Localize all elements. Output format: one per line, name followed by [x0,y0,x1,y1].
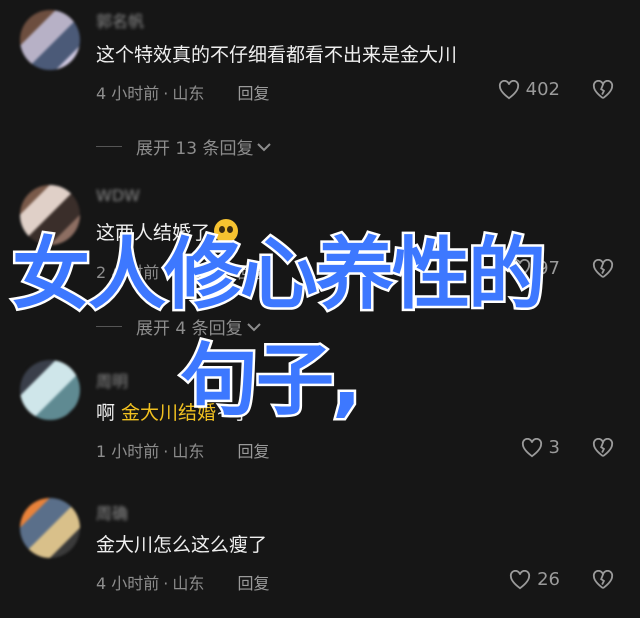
expand-replies-button[interactable]: 展开 13 条回复 [96,134,272,159]
divider [96,326,122,327]
comment-text: 金大川怎么这么瘦了 [96,534,268,556]
expand-replies-button[interactable]: 展开 4 条回复 [96,314,262,339]
comment-time: 4 小时前 [96,574,160,593]
comment-meta: 2 小时前 · 山东 回复 [96,263,270,282]
like-count: 402 [525,79,560,100]
heart-icon [521,437,542,457]
avatar[interactable] [20,498,80,558]
comment-time: 1 小时前 [96,442,160,461]
chevron-down-icon [257,142,272,151]
heart-icon [498,79,519,99]
like-button[interactable]: 97 [509,258,560,279]
broken-heart-icon [592,258,614,278]
comment-text: 这两人结婚了 [96,218,239,245]
like-count: 3 [548,437,560,458]
comment-time: 4 小时前 [96,84,160,103]
dislike-button[interactable] [592,437,614,462]
comment-username[interactable]: 周明 [96,368,128,392]
comment-text: 啊 金大川结婚~了 [96,398,251,425]
like-button[interactable]: 3 [521,437,560,458]
avatar[interactable] [20,185,80,245]
caption-line-1: 女人修心养性的 [9,228,548,323]
comment-meta: 4 小时前 · 山东 回复 [96,574,270,593]
comment-username[interactable]: 周确 [96,500,128,524]
reply-button[interactable]: 回复 [237,263,269,282]
comment-location: 山东 [172,574,205,593]
mention-link[interactable]: 金大川结婚 [121,402,216,424]
comment-text: 这个特效真的不仔细看都看不出来是金大川 [96,44,458,66]
heart-icon [510,569,531,589]
dislike-button[interactable] [592,79,614,104]
divider [96,146,122,147]
comment-text-suffix: ~了 [216,402,251,424]
comment-username[interactable]: WDW [96,186,140,205]
comment-location: 山东 [172,442,205,461]
comment-text-body: 这两人结婚了 [96,222,211,244]
comment-location: 山东 [172,84,205,103]
broken-heart-icon [592,569,614,589]
like-button[interactable]: 26 [509,569,560,590]
reply-button[interactable]: 回复 [237,442,269,461]
dislike-button[interactable] [592,258,614,283]
comment-time: 2 小时前 [96,263,160,282]
comment-meta: 4 小时前 · 山东 回复 [96,84,270,103]
comment-text-prefix: 啊 [96,402,122,424]
reply-button[interactable]: 回复 [237,84,269,103]
heart-icon [510,258,531,278]
broken-heart-icon [592,437,614,457]
like-button[interactable]: 402 [498,79,560,100]
comment-meta: 1 小时前 · 山东 回复 [96,442,270,461]
comment-location: 山东 [172,263,205,282]
broken-heart-icon [592,79,614,99]
like-count: 97 [537,258,560,279]
avatar[interactable] [20,10,80,70]
emoji-icon [214,219,239,243]
comment-username[interactable]: 郭名帆 [96,8,144,32]
expand-label: 展开 4 条回复 [136,319,243,339]
avatar[interactable] [20,360,80,420]
like-count: 26 [537,569,560,590]
chevron-down-icon [246,322,261,331]
reply-button[interactable]: 回复 [237,574,269,593]
dislike-button[interactable] [592,569,614,594]
expand-label: 展开 13 条回复 [136,139,254,159]
